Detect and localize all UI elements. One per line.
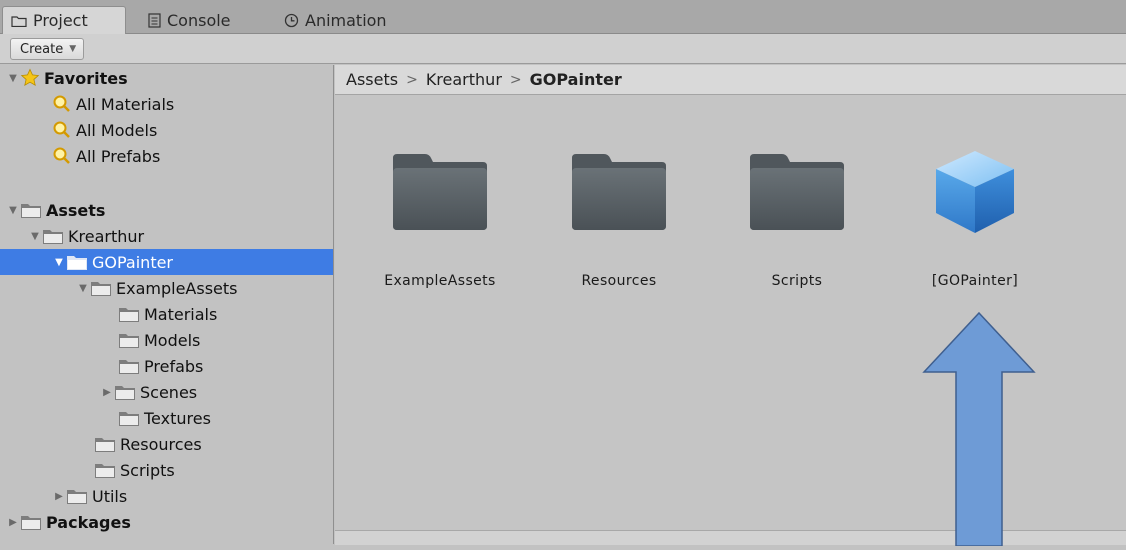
tree-label: Prefabs bbox=[144, 356, 204, 376]
tab-project[interactable]: Project bbox=[2, 6, 126, 34]
folder-icon bbox=[66, 487, 88, 505]
tree-label: Scenes bbox=[140, 382, 198, 402]
expand-triangle-icon[interactable]: ▼ bbox=[28, 231, 42, 242]
tree-item-scripts[interactable]: Scripts bbox=[0, 457, 333, 483]
prefab-cube-icon bbox=[900, 147, 1050, 237]
tree-label: GOPainter bbox=[92, 252, 174, 272]
tab-label: Animation bbox=[305, 10, 387, 30]
tree-item-gopainter[interactable]: ▼ GOPainter bbox=[0, 249, 333, 275]
create-button[interactable]: Create ▼ bbox=[10, 38, 85, 60]
breadcrumb-item-assets[interactable]: Assets bbox=[346, 70, 398, 89]
tree-label: Favorites bbox=[44, 68, 128, 88]
breadcrumb: Assets > Krearthur > GOPainter bbox=[335, 65, 1126, 95]
chevron-right-icon: > bbox=[509, 71, 522, 88]
grid-item-label: [GOPainter] bbox=[931, 273, 1019, 289]
tree-label: Materials bbox=[144, 304, 218, 324]
chevron-down-icon: ▼ bbox=[69, 44, 77, 54]
tab-animation[interactable]: Animation bbox=[276, 6, 395, 34]
tree-item-all-models[interactable]: All Models bbox=[0, 117, 333, 143]
tab-label: Project bbox=[33, 11, 88, 30]
folder-icon bbox=[544, 147, 694, 237]
folder-icon bbox=[365, 147, 515, 237]
folder-icon bbox=[42, 227, 64, 245]
tree-label: Models bbox=[144, 330, 201, 350]
tree-item-materials[interactable]: Materials bbox=[0, 301, 333, 327]
folder-icon bbox=[11, 15, 27, 27]
star-icon bbox=[20, 68, 40, 88]
grid-item-gopainter-prefab[interactable]: [GOPainter] bbox=[900, 147, 1050, 297]
tree-item-textures[interactable]: Textures bbox=[0, 405, 333, 431]
grid-item-exampleassets[interactable]: ExampleAssets bbox=[365, 147, 515, 297]
tab-console[interactable]: Console bbox=[140, 6, 239, 34]
tree-item-utils[interactable]: ▶ Utils bbox=[0, 483, 333, 509]
tree-item-favorites[interactable]: ▼ Favorites bbox=[0, 65, 333, 91]
folder-icon bbox=[94, 435, 116, 453]
search-icon bbox=[52, 146, 72, 166]
grid-item-resources[interactable]: Resources bbox=[544, 147, 694, 297]
folder-icon bbox=[722, 147, 872, 237]
grid-item-scripts[interactable]: Scripts bbox=[722, 147, 872, 297]
project-tree: ▼ Favorites All Materials All Models All… bbox=[0, 65, 334, 544]
tab-bar: Project Console Animation bbox=[0, 0, 1126, 34]
chevron-right-icon: > bbox=[406, 71, 418, 88]
grid-item-label: Resources bbox=[581, 273, 657, 289]
folder-icon bbox=[20, 201, 42, 219]
folder-icon bbox=[20, 513, 42, 531]
asset-grid-panel: Assets > Krearthur > GOPainter ExampleAs… bbox=[335, 65, 1126, 547]
folder-icon bbox=[118, 409, 140, 427]
create-label: Create bbox=[20, 41, 64, 57]
expand-triangle-icon[interactable]: ▶ bbox=[100, 387, 114, 398]
expand-triangle-icon[interactable]: ▼ bbox=[52, 257, 66, 268]
folder-icon bbox=[118, 357, 140, 375]
breadcrumb-item-krearthur[interactable]: Krearthur bbox=[426, 70, 502, 89]
tree-label: Krearthur bbox=[68, 226, 145, 246]
expand-triangle-icon[interactable]: ▶ bbox=[52, 491, 66, 502]
tab-label: Console bbox=[167, 10, 231, 30]
tree-label: Textures bbox=[144, 408, 211, 428]
tree-item-all-materials[interactable]: All Materials bbox=[0, 91, 333, 117]
console-icon bbox=[148, 12, 161, 28]
folder-icon bbox=[114, 383, 136, 401]
folder-icon bbox=[94, 461, 116, 479]
tree-item-models[interactable]: Models bbox=[0, 327, 333, 353]
folder-icon bbox=[66, 253, 88, 271]
folder-icon bbox=[118, 305, 140, 323]
tree-item-scenes[interactable]: ▶ Scenes bbox=[0, 379, 333, 405]
tree-item-krearthur[interactable]: ▼ Krearthur bbox=[0, 223, 333, 249]
tree-item-assets[interactable]: ▼ Assets bbox=[0, 197, 333, 223]
grid-item-label: Scripts bbox=[771, 273, 823, 289]
arrow-up-annotation bbox=[920, 310, 1038, 550]
tree-label: Assets bbox=[46, 200, 106, 220]
search-icon bbox=[52, 94, 72, 114]
tree-label: All Models bbox=[76, 120, 158, 140]
tree-label: ExampleAssets bbox=[116, 278, 238, 298]
tree-label: Resources bbox=[120, 434, 202, 454]
folder-icon bbox=[118, 331, 140, 349]
tree-label: Utils bbox=[92, 486, 128, 506]
expand-triangle-icon[interactable]: ▼ bbox=[6, 205, 20, 216]
tree-item-resources[interactable]: Resources bbox=[0, 431, 333, 457]
grid-item-label: ExampleAssets bbox=[384, 273, 496, 289]
expand-triangle-icon[interactable]: ▶ bbox=[6, 517, 20, 528]
breadcrumb-item-gopainter[interactable]: GOPainter bbox=[530, 70, 622, 89]
folder-icon bbox=[90, 279, 112, 297]
tree-label: All Prefabs bbox=[76, 146, 161, 166]
tree-label: Scripts bbox=[120, 460, 175, 480]
search-icon bbox=[52, 120, 72, 140]
tree-item-prefabs[interactable]: Prefabs bbox=[0, 353, 333, 379]
tree-item-exampleassets[interactable]: ▼ ExampleAssets bbox=[0, 275, 333, 301]
tree-item-all-prefabs[interactable]: All Prefabs bbox=[0, 143, 333, 169]
tree-label: Packages bbox=[46, 512, 131, 532]
tree-label: All Materials bbox=[76, 94, 175, 114]
tree-item-packages[interactable]: ▶ Packages bbox=[0, 509, 333, 535]
clock-icon bbox=[284, 13, 299, 28]
expand-triangle-icon[interactable]: ▼ bbox=[6, 73, 20, 84]
toolbar: Create ▼ bbox=[0, 34, 1126, 64]
expand-triangle-icon[interactable]: ▼ bbox=[76, 283, 90, 294]
